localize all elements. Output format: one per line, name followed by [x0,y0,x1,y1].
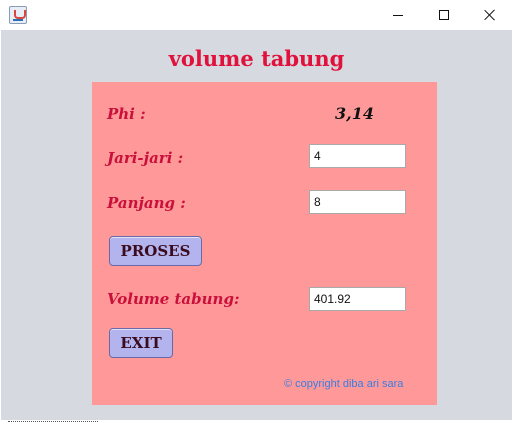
copyright-text: © copyright diba ari sara [284,378,404,390]
bottom-strip [0,420,513,426]
proses-button[interactable]: PROSES [109,236,202,266]
minimize-icon [393,14,403,16]
form-panel: Phi : 3,14 Jari-jari : Panjang : PROSES … [92,82,437,405]
volume-label: Volume tabung: [107,290,240,308]
minimize-button[interactable] [375,0,421,30]
volume-output[interactable] [309,287,406,311]
length-input[interactable] [309,190,406,214]
title-bar [0,0,513,30]
window-content: volume tabung Phi : 3,14 Jari-jari : Pan… [1,30,512,420]
phi-value: 3,14 [335,104,374,123]
length-label: Panjang : [107,194,186,212]
taskbar-edge [8,421,98,423]
maximize-icon [439,10,449,20]
java-app-icon [9,6,27,24]
page-title: volume tabung [168,46,345,71]
exit-button[interactable]: EXIT [109,328,173,358]
close-icon [484,9,496,21]
close-button[interactable] [467,0,513,30]
radius-input[interactable] [309,144,406,168]
maximize-button[interactable] [421,0,467,30]
radius-label: Jari-jari : [107,149,184,167]
phi-label: Phi : [107,105,146,123]
